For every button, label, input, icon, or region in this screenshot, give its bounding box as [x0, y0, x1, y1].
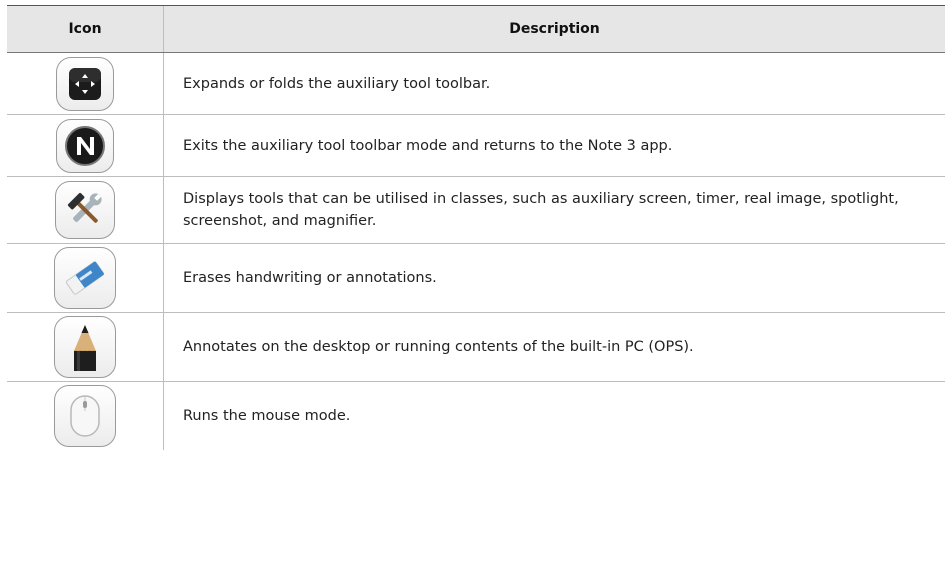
- description-text: Exits the auxiliary tool toolbar mode an…: [183, 137, 673, 154]
- icon-cell: [7, 244, 164, 312]
- eraser-icon: [54, 247, 116, 309]
- icon-cell: [7, 115, 164, 176]
- auxiliary-toolbar-toggle-icon: [56, 56, 114, 111]
- table-row: Displays tools that can be utilised in c…: [7, 177, 945, 244]
- icon-cell: [7, 53, 164, 114]
- note-app-n-icon: [56, 118, 114, 173]
- description-cell: Erases handwriting or annotations.: [164, 244, 945, 312]
- table-row: Runs the mouse mode.: [7, 382, 945, 450]
- description-text: Runs the mouse mode.: [183, 408, 351, 424]
- description-cell: Expands or folds the auxiliary tool tool…: [164, 53, 945, 114]
- description-text: Annotates on the desktop or running cont…: [183, 339, 694, 355]
- header-icon-label: Icon: [68, 21, 102, 37]
- tools-wrench-hammer-icon: [55, 181, 115, 239]
- description-cell: Displays tools that can be utilised in c…: [164, 177, 945, 243]
- icon-description-table: Icon Description Expands or folds the au…: [7, 5, 945, 450]
- description-cell: Exits the auxiliary tool toolbar mode an…: [164, 115, 945, 176]
- table-row: Expands or folds the auxiliary tool tool…: [7, 53, 945, 115]
- table-row: Exits the auxiliary tool toolbar mode an…: [7, 115, 945, 177]
- mouse-icon: [54, 385, 116, 447]
- pencil-icon: [54, 316, 116, 378]
- description-text: Expands or folds the auxiliary tool tool…: [183, 75, 491, 92]
- table-row: Annotates on the desktop or running cont…: [7, 313, 945, 382]
- table-header-row: Icon Description: [7, 6, 945, 53]
- header-description-label: Description: [509, 21, 600, 37]
- header-cell-icon: Icon: [7, 6, 164, 52]
- description-cell: Runs the mouse mode.: [164, 382, 945, 450]
- icon-cell: [7, 382, 164, 450]
- icon-cell: [7, 177, 164, 243]
- description-text: Erases handwriting or annotations.: [183, 270, 437, 286]
- icon-cell: [7, 313, 164, 381]
- header-cell-description: Description: [164, 6, 945, 52]
- description-cell: Annotates on the desktop or running cont…: [164, 313, 945, 381]
- table-row: Erases handwriting or annotations.: [7, 244, 945, 313]
- description-text: Displays tools that can be utilised in c…: [183, 191, 899, 229]
